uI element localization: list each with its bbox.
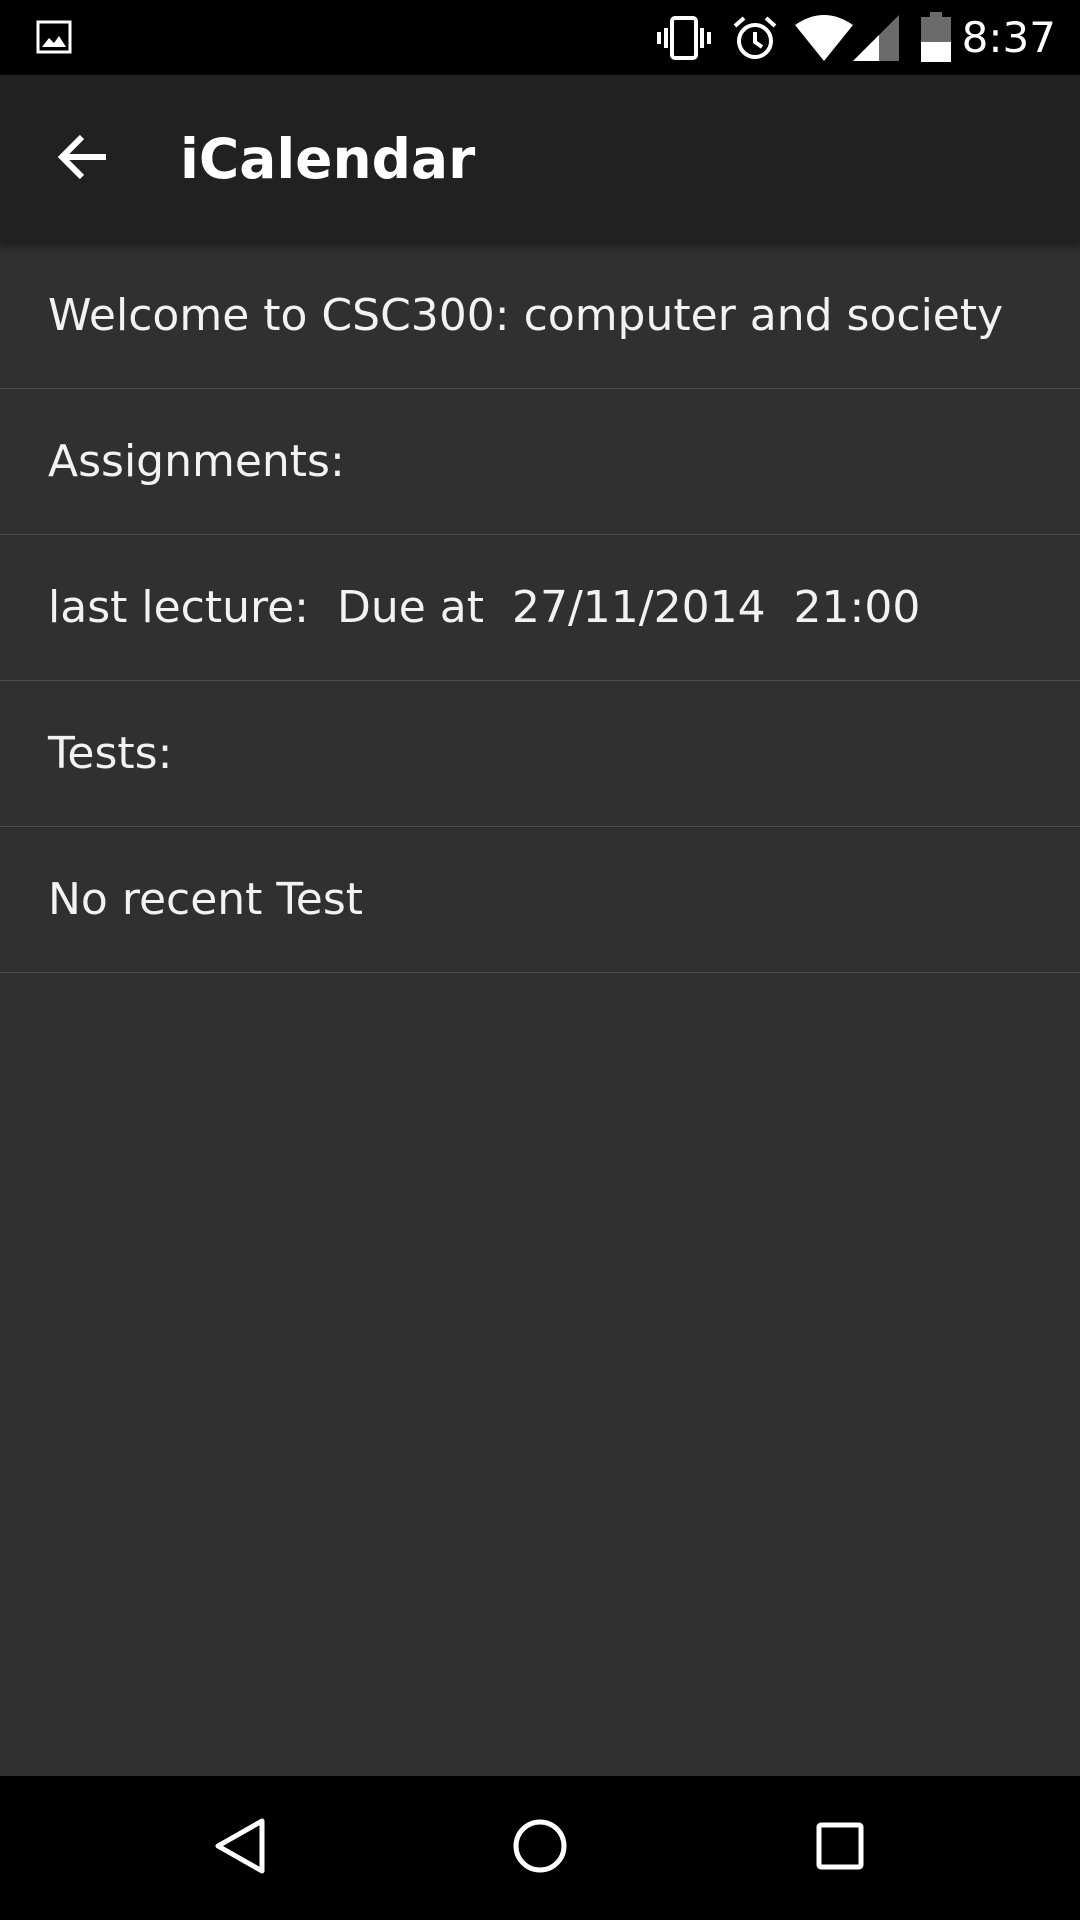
back-triangle-icon [212, 1816, 268, 1880]
nav-back-button[interactable] [190, 1798, 290, 1898]
signal-icon [853, 15, 899, 65]
screen: 8:37 iCalendar Welcome to CSC300: comput… [0, 0, 1080, 1920]
status-bar: 8:37 [0, 0, 1080, 75]
list-item-text: Assignments: [48, 436, 345, 487]
event-list: Welcome to CSC300: computer and society … [0, 243, 1080, 973]
list-item-assignments-header[interactable]: Assignments: [0, 389, 1080, 535]
app-title: iCalendar [180, 127, 476, 191]
battery-icon [921, 12, 951, 66]
back-button[interactable] [44, 121, 120, 197]
nav-home-button[interactable] [490, 1798, 590, 1898]
list-item-text: last lecture: Due at 27/11/2014 21:00 [48, 582, 921, 633]
app-bar: iCalendar [0, 75, 1080, 243]
vibrate-icon [656, 14, 712, 66]
navigation-bar [0, 1776, 1080, 1920]
gallery-icon [36, 20, 72, 58]
list-item-text: No recent Test [48, 874, 364, 925]
home-circle-icon [512, 1818, 568, 1878]
alarm-icon [731, 14, 779, 66]
list-item-welcome[interactable]: Welcome to CSC300: computer and society [0, 243, 1080, 389]
status-clock: 8:37 [961, 13, 1056, 62]
arrow-back-icon [56, 133, 108, 185]
list-item-text: Welcome to CSC300: computer and society [48, 290, 1004, 341]
list-item-text: Tests: [48, 728, 173, 779]
recents-square-icon [815, 1821, 865, 1875]
nav-recents-button[interactable] [790, 1798, 890, 1898]
wifi-icon [795, 15, 853, 65]
list-item-tests-header[interactable]: Tests: [0, 681, 1080, 827]
list-item-assignment[interactable]: last lecture: Due at 27/11/2014 21:00 [0, 535, 1080, 681]
list-item-no-test[interactable]: No recent Test [0, 827, 1080, 973]
